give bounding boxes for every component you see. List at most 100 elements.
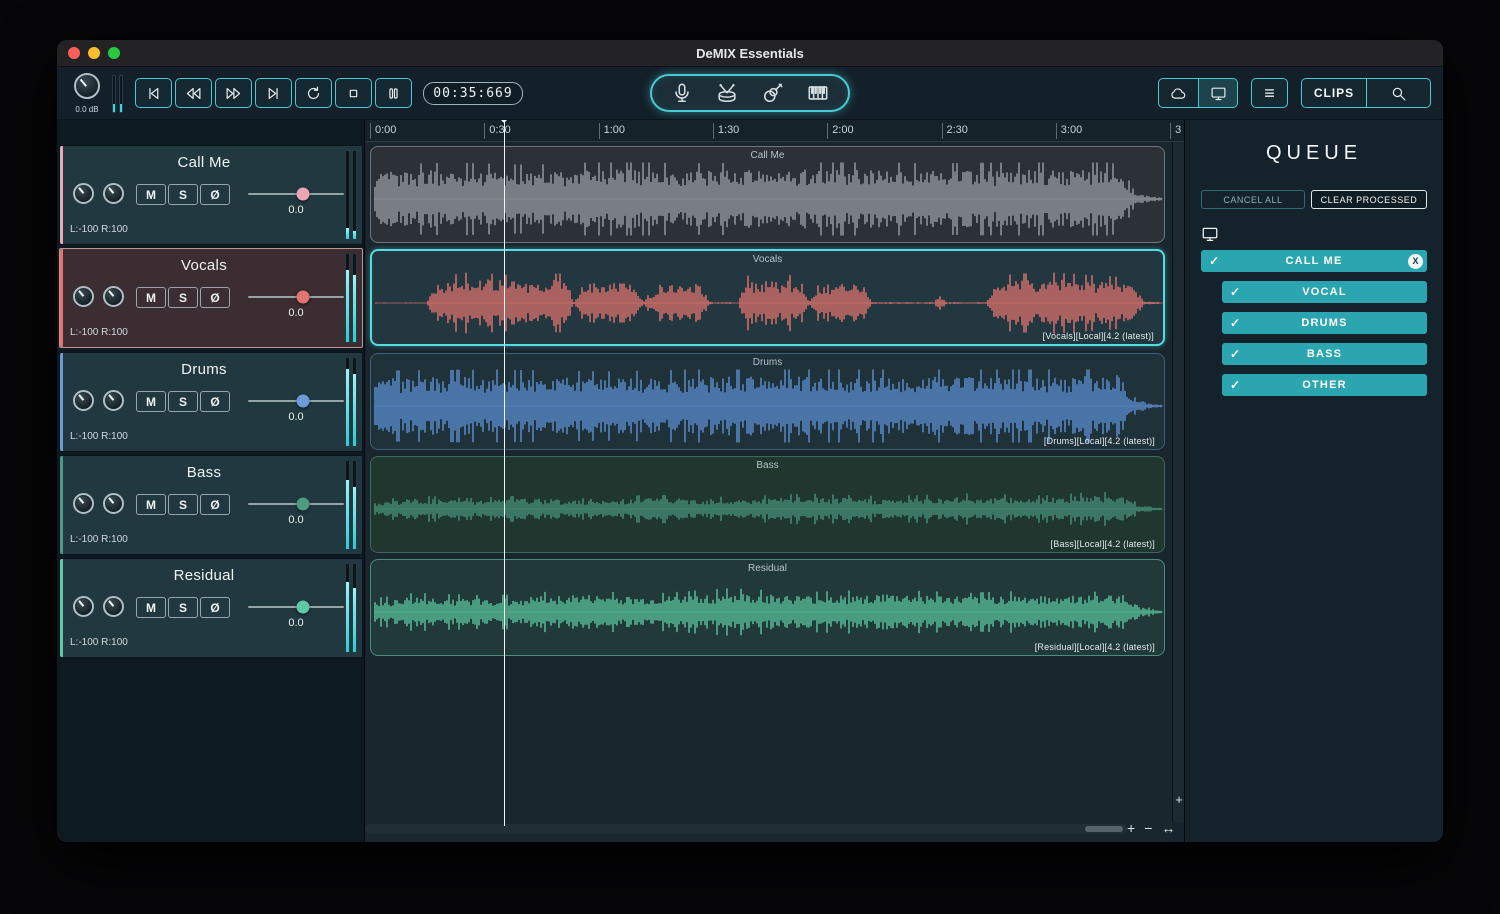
cloud-icon (1170, 85, 1187, 102)
horizontal-scrollbar-thumb[interactable] (1085, 826, 1123, 832)
zoom-in-vertical-button[interactable]: + (1173, 792, 1185, 807)
track-header[interactable]: Call Me M S Ø 0.0 L:-100 R:100 (59, 145, 363, 245)
search-button[interactable] (1366, 79, 1430, 107)
phase-button[interactable]: Ø (200, 184, 230, 205)
volume-slider-handle[interactable] (296, 290, 310, 304)
phase-button[interactable]: Ø (200, 494, 230, 515)
remove-job-button[interactable]: X (1408, 253, 1423, 269)
pan-left-knob[interactable] (73, 596, 94, 617)
stem-microphone-button[interactable] (667, 78, 697, 108)
zoom-out-horizontal-button[interactable]: − (1144, 819, 1152, 837)
volume-slider[interactable] (248, 186, 344, 202)
queue-stem-item[interactable]: ✓ DRUMS (1222, 312, 1427, 334)
stem-drums-button[interactable] (712, 78, 742, 108)
solo-button[interactable]: S (168, 184, 198, 205)
waveform-clip[interactable]: Residual [Residual][Local][4.2 (latest)] (370, 559, 1165, 656)
playhead[interactable] (501, 120, 507, 826)
mute-button[interactable]: M (136, 391, 166, 412)
pan-right-knob[interactable] (103, 493, 124, 514)
local-processing-button[interactable] (1198, 79, 1237, 107)
solo-button[interactable]: S (168, 597, 198, 618)
transport-fast-forward-button[interactable] (215, 78, 252, 108)
clip-name: Drums (752, 357, 783, 368)
master-level-meter (112, 75, 123, 113)
solo-button[interactable]: S (168, 494, 198, 515)
track-header[interactable]: Residual M S Ø 0.0 L:-100 R:100 (59, 558, 363, 658)
waveform-clip[interactable]: Bass [Bass][Local][4.2 (latest)] (370, 456, 1165, 553)
clip-version-tag: [Bass][Local][4.2 (latest)] (1050, 539, 1155, 549)
cancel-all-button[interactable]: CANCEL ALL (1201, 190, 1305, 209)
timeline-ruler[interactable]: 0:00 0:30 1:00 1:30 2:00 2:30 3:00 3 (365, 120, 1184, 142)
pan-right-knob[interactable] (103, 286, 124, 307)
track-header[interactable]: Bass M S Ø 0.0 L:-100 R:100 (59, 455, 363, 555)
mute-button[interactable]: M (136, 287, 166, 308)
queue-stem-item[interactable]: ✓ VOCAL (1222, 281, 1427, 303)
queue-panel: QUEUE CANCEL ALL CLEAR PROCESSED ✓ CALL … (1184, 120, 1443, 842)
queue-title: QUEUE (1265, 142, 1363, 164)
cloud-processing-button[interactable] (1159, 79, 1198, 107)
solo-button[interactable]: S (168, 287, 198, 308)
vertical-scrollbar[interactable] (1172, 142, 1184, 822)
pan-left-knob[interactable] (73, 390, 94, 411)
waveform-clip[interactable]: Drums [Drums][Local][4.2 (latest)] (370, 353, 1165, 450)
queue-stem-item[interactable]: ✓ OTHER (1222, 374, 1427, 396)
solo-button[interactable]: S (168, 391, 198, 412)
pan-left-knob[interactable] (73, 493, 94, 514)
volume-slider[interactable] (248, 289, 344, 305)
pan-right-knob[interactable] (103, 390, 124, 411)
phase-button[interactable]: Ø (200, 597, 230, 618)
track-buttons: M S Ø (136, 494, 230, 515)
mute-button[interactable]: M (136, 494, 166, 515)
transport-pause-button[interactable] (375, 78, 412, 108)
queue-job-item[interactable]: ✓ CALL ME X (1201, 250, 1427, 272)
phase-button[interactable]: Ø (200, 391, 230, 412)
transport-rewind-button[interactable] (175, 78, 212, 108)
zoom-window-button[interactable] (108, 47, 120, 59)
volume-slider-handle[interactable] (296, 394, 310, 408)
mute-button[interactable]: M (136, 597, 166, 618)
track-header[interactable]: Drums M S Ø 0.0 L:-100 R:100 (59, 352, 363, 452)
clips-search-group: CLIPS (1301, 78, 1431, 108)
transport-loop-button[interactable] (295, 78, 332, 108)
phase-button[interactable]: Ø (200, 287, 230, 308)
volume-slider-handle[interactable] (296, 497, 310, 511)
close-window-button[interactable] (68, 47, 80, 59)
transport-stop-button[interactable] (335, 78, 372, 108)
pan-right-knob[interactable] (103, 596, 124, 617)
transport-skip-end-button[interactable] (255, 78, 292, 108)
zoom-fit-button[interactable]: ↔ (1161, 819, 1175, 837)
pan-left-knob[interactable] (73, 183, 94, 204)
stem-guitar-button[interactable] (758, 78, 788, 108)
clip-name: Residual (748, 563, 787, 574)
volume-slider[interactable] (248, 496, 344, 512)
clear-processed-button[interactable]: CLEAR PROCESSED (1310, 190, 1427, 209)
track-color-stripe (60, 249, 63, 347)
menu-button[interactable]: ≡ (1251, 78, 1288, 108)
loop-icon (305, 85, 322, 102)
queue-stem-item[interactable]: ✓ BASS (1222, 343, 1427, 365)
minimize-window-button[interactable] (88, 47, 100, 59)
clips-button[interactable]: CLIPS (1302, 79, 1366, 107)
stem-piano-button[interactable] (803, 78, 833, 108)
pan-left-knob[interactable] (73, 286, 94, 307)
waveform-clip[interactable]: Vocals [Vocals][Local][4.2 (latest)] (370, 249, 1165, 346)
volume-slider-handle[interactable] (296, 600, 310, 614)
mute-button[interactable]: M (136, 184, 166, 205)
horizontal-scrollbar[interactable] (365, 824, 1127, 834)
pan-right-knob[interactable] (103, 183, 124, 204)
track-header[interactable]: Vocals M S Ø 0.0 L:-100 R:100 (59, 248, 363, 348)
volume-slider-handle[interactable] (296, 187, 310, 201)
zoom-in-horizontal-button[interactable]: + (1127, 819, 1135, 837)
clip-version-tag: [Vocals][Local][4.2 (latest)] (1042, 331, 1154, 341)
track-name: Bass (186, 464, 222, 481)
pan-range-label: L:-100 R:100 (70, 637, 128, 648)
master-gain-knob[interactable] (74, 73, 100, 99)
volume-slider[interactable] (248, 393, 344, 409)
volume-slider[interactable] (248, 599, 344, 615)
check-icon: ✓ (1209, 254, 1220, 268)
waveform-clip[interactable]: Call Me (370, 146, 1165, 243)
transport-skip-start-button[interactable] (135, 78, 172, 108)
waveform (374, 588, 1163, 636)
track-buttons: M S Ø (136, 287, 230, 308)
search-icon (1390, 85, 1407, 102)
